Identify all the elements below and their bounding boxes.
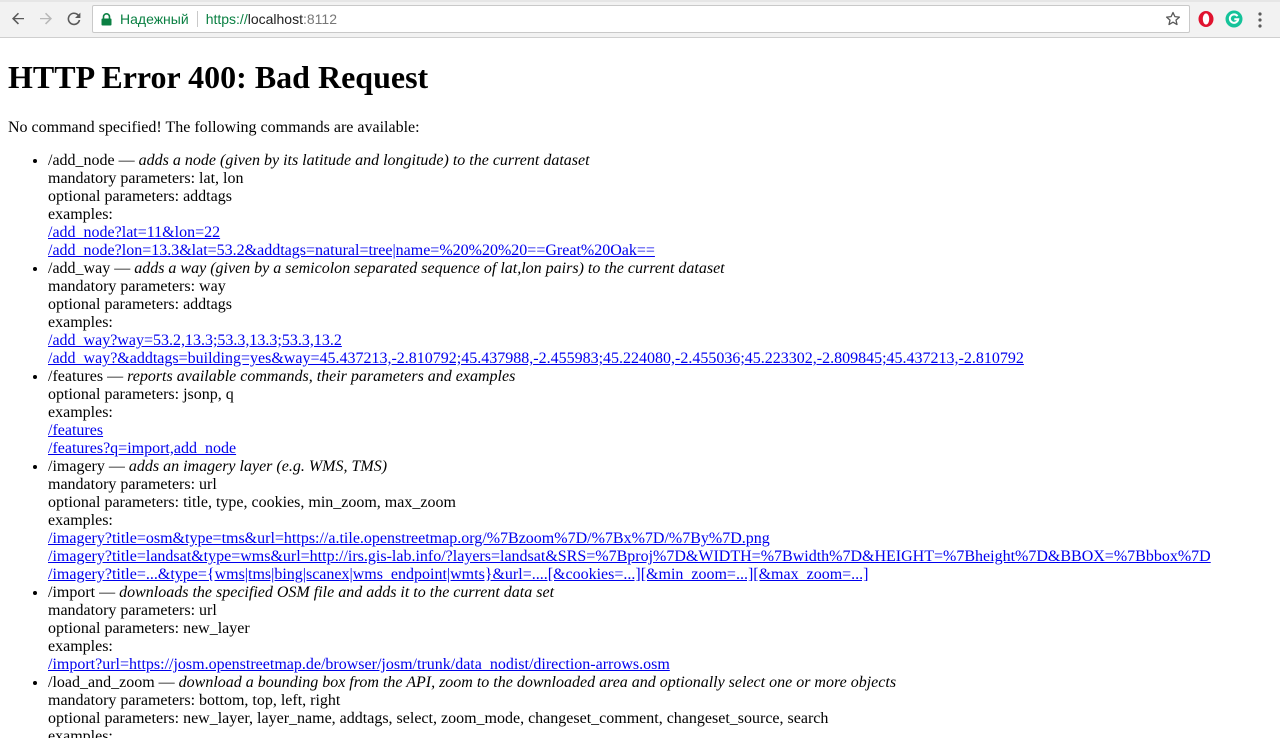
optional-parameters: optional parameters: new_layer, layer_na… — [48, 710, 829, 727]
optional-parameters: optional parameters: addtags — [48, 296, 232, 313]
command-dash: — — [114, 152, 139, 169]
example-link[interactable]: /features?q=import,add_node — [48, 440, 1211, 458]
command-name: /import — [48, 584, 96, 601]
command-dash: — — [110, 260, 135, 277]
command-header: /imagery — adds an imagery layer (e.g. W… — [48, 458, 1211, 476]
command-description: reports available commands, their parame… — [127, 368, 516, 385]
command-description: download a bounding box from the API, zo… — [178, 674, 897, 691]
command-dash: — — [103, 368, 128, 385]
bookmark-star-icon[interactable] — [1165, 11, 1181, 30]
reload-icon — [67, 12, 81, 26]
command-list: /add_node — adds a node (given by its la… — [8, 152, 1211, 738]
examples-label: examples: — [48, 314, 113, 331]
examples-label: examples: — [48, 404, 113, 421]
grammarly-extension-icon[interactable] — [1224, 9, 1244, 29]
command-item: /import — downloads the specified OSM fi… — [48, 584, 1211, 674]
forward-button[interactable] — [32, 5, 60, 33]
mandatory-parameters: mandatory parameters: url — [48, 602, 217, 619]
examples-label: examples: — [48, 728, 113, 738]
mandatory-parameters: mandatory parameters: bottom, top, left,… — [48, 692, 341, 709]
command-description: downloads the specified OSM file and add… — [119, 584, 555, 601]
example-link[interactable]: /imagery?title=osm&type=tms&url=https://… — [48, 530, 1211, 548]
example-link[interactable]: /imagery?title=...&type={wms|tms|bing|sc… — [48, 566, 1211, 584]
arrow-left-icon — [12, 12, 24, 25]
command-description: adds an imagery layer (e.g. WMS, TMS) — [128, 458, 388, 475]
tab-strip-edge — [0, 0, 1280, 2]
browser-toolbar: Надежный https:// localhost :8112 — [0, 0, 1280, 38]
command-header: /add_way — adds a way (given by a semico… — [48, 260, 1211, 278]
command-dash: — — [104, 458, 129, 475]
mandatory-parameters: mandatory parameters: way — [48, 278, 226, 295]
examples-label: examples: — [48, 206, 113, 223]
command-header: /add_node — adds a node (given by its la… — [48, 152, 1211, 170]
page-content: HTTP Error 400: Bad Request No command s… — [0, 38, 1280, 738]
url-port: :8112 — [302, 11, 337, 27]
command-name: /imagery — [48, 458, 105, 475]
example-link[interactable]: /add_node?lon=13.3&lat=53.2&addtags=natu… — [48, 242, 1211, 260]
command-header: /load_and_zoom — download a bounding box… — [48, 674, 1211, 692]
optional-parameters: optional parameters: new_layer — [48, 620, 250, 637]
command-description: adds a way (given by a semicolon separat… — [134, 260, 725, 277]
command-description: adds a node (given by its latitude and l… — [138, 152, 590, 169]
security-label[interactable]: Надежный — [120, 11, 189, 27]
command-name: /add_way — [48, 260, 111, 277]
optional-parameters: optional parameters: jsonp, q — [48, 386, 234, 403]
example-link[interactable]: /import?url=https://josm.openstreetmap.d… — [48, 656, 1211, 674]
command-name: /load_and_zoom — [48, 674, 155, 691]
address-bar[interactable]: Надежный https:// localhost :8112 — [92, 5, 1190, 33]
lock-icon — [101, 12, 113, 26]
mandatory-parameters: mandatory parameters: lat, lon — [48, 170, 244, 187]
command-item: /imagery — adds an imagery layer (e.g. W… — [48, 458, 1211, 584]
command-item: /add_node — adds a node (given by its la… — [48, 152, 1211, 260]
example-link[interactable]: /imagery?title=landsat&type=wms&url=http… — [48, 548, 1211, 566]
page-title: HTTP Error 400: Bad Request — [8, 59, 429, 95]
command-header: /features — reports available commands, … — [48, 368, 1211, 386]
examples-label: examples: — [48, 512, 113, 529]
url-scheme: https:// — [205, 11, 248, 27]
arrow-right-icon — [40, 12, 52, 25]
reload-button[interactable] — [60, 5, 88, 33]
intro-text: No command specified! The following comm… — [8, 119, 420, 136]
command-header: /import — downloads the specified OSM fi… — [48, 584, 1211, 602]
opera-extension-icon[interactable] — [1196, 9, 1216, 29]
command-name: /add_node — [48, 152, 115, 169]
browser-menu-icon[interactable] — [1258, 12, 1262, 33]
command-item: /add_way — adds a way (given by a semico… — [48, 260, 1211, 368]
optional-parameters: optional parameters: addtags — [48, 188, 232, 205]
example-link[interactable]: /add_way?&addtags=building=yes&way=45.43… — [48, 350, 1211, 368]
optional-parameters: optional parameters: title, type, cookie… — [48, 494, 456, 511]
command-dash: — — [95, 584, 120, 601]
mandatory-parameters: mandatory parameters: url — [48, 476, 217, 493]
command-item: /features — reports available commands, … — [48, 368, 1211, 458]
examples-label: examples: — [48, 638, 113, 655]
command-item: /load_and_zoom — download a bounding box… — [48, 674, 1211, 738]
back-button[interactable] — [4, 5, 32, 33]
example-link[interactable]: /add_way?way=53.2,13.3;53.3,13.3;53.3,13… — [48, 332, 1211, 350]
url-host: localhost — [247, 11, 303, 27]
example-link[interactable]: /add_node?lat=11&lon=22 — [48, 224, 1211, 242]
example-link[interactable]: /features — [48, 422, 1211, 440]
command-name: /features — [48, 368, 104, 385]
command-dash: — — [154, 674, 179, 691]
omnibox-divider — [196, 11, 198, 27]
